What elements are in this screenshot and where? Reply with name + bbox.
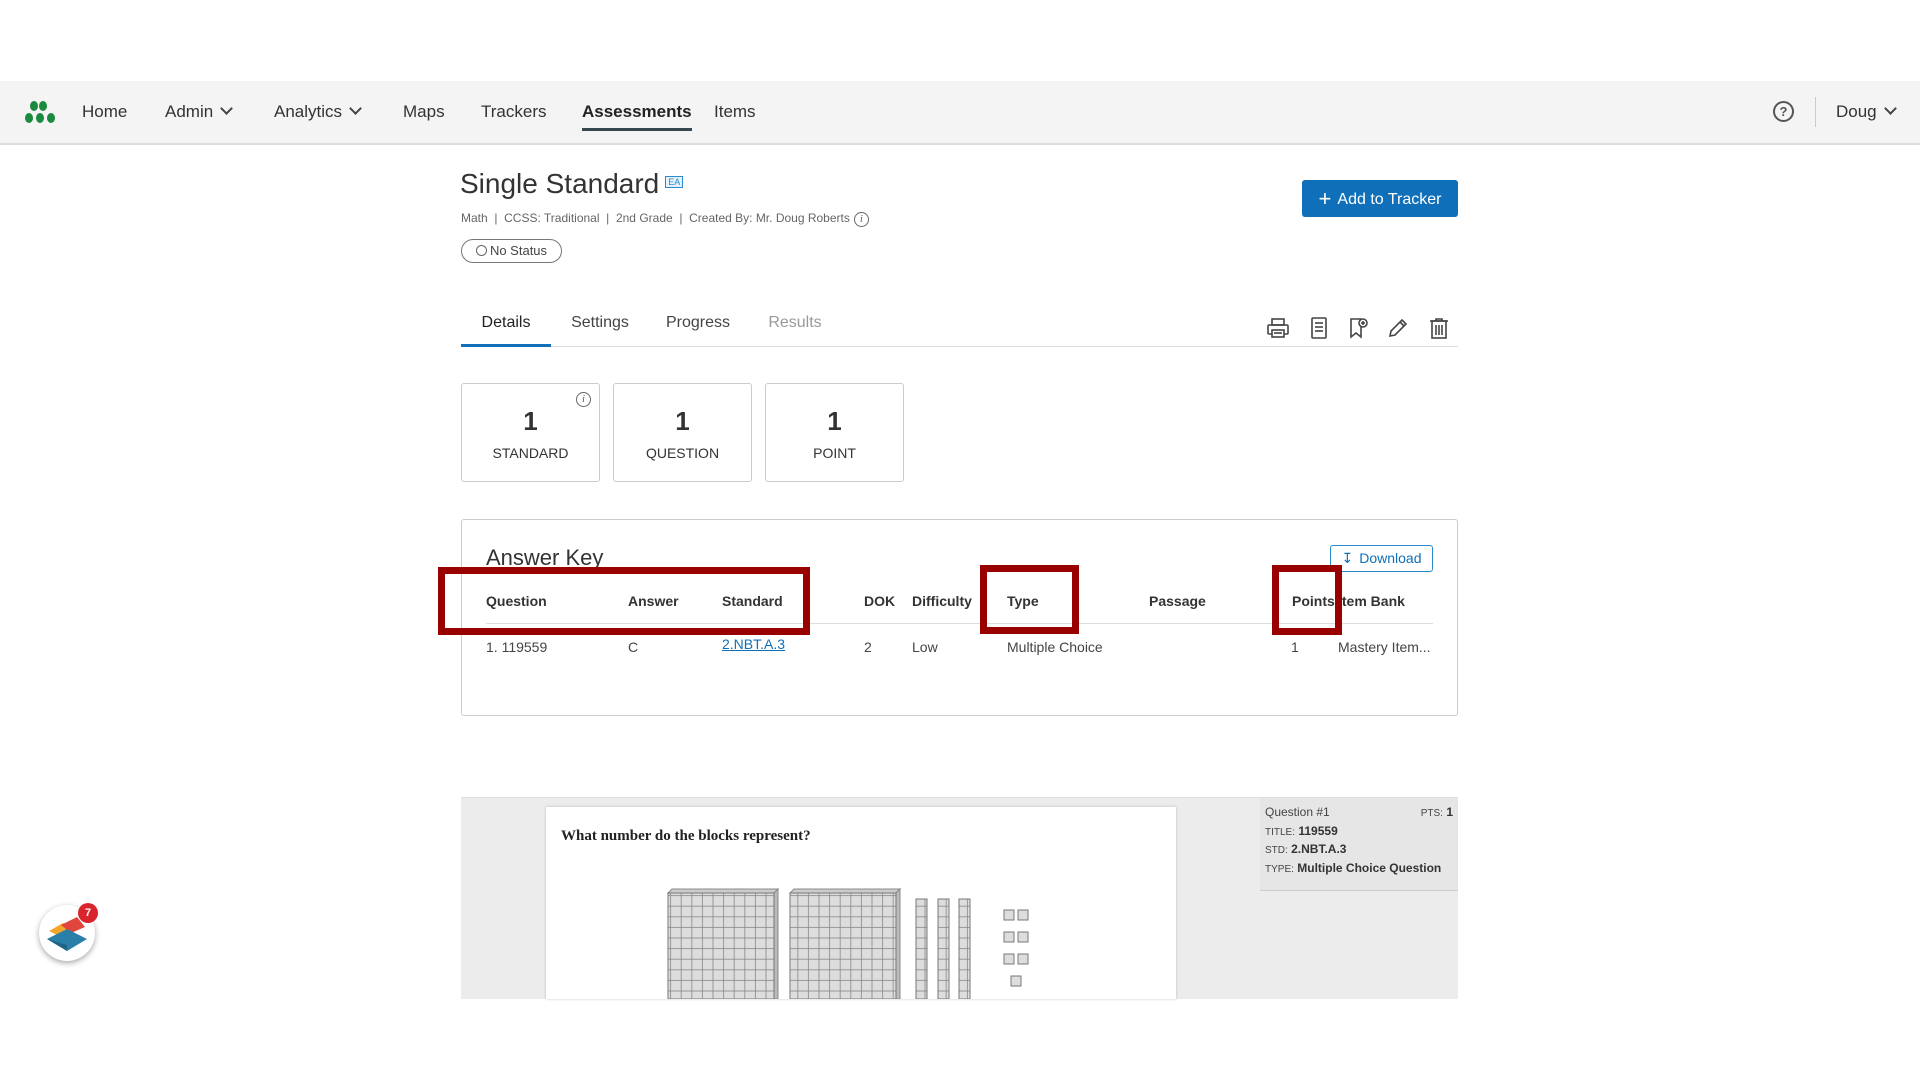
tens-rod <box>915 898 928 999</box>
stat-label: STANDARD <box>492 445 569 461</box>
std-value: 2.NBT.A.3 <box>1291 842 1347 856</box>
type-value: Multiple Choice Question <box>1297 860 1442 875</box>
tens-rod <box>937 898 950 999</box>
unit-cubes <box>1003 909 1029 987</box>
column-header-difficulty[interactable]: Difficulty <box>912 593 972 609</box>
nav-trackers-label: Trackers <box>481 102 547 121</box>
nav-items[interactable]: Items <box>714 81 756 143</box>
highlight-box-question-answer-standard <box>438 567 810 635</box>
notification-badge: 7 <box>78 903 98 923</box>
user-menu[interactable]: Doug <box>1836 81 1897 143</box>
info-icon[interactable]: i <box>853 212 869 227</box>
nav-home[interactable]: Home <box>82 81 127 143</box>
standard-link[interactable]: 2.NBT.A.3 <box>722 636 785 652</box>
nav-maps-label: Maps <box>403 102 445 121</box>
highlight-box-type <box>980 565 1079 634</box>
nav-analytics-label: Analytics <box>274 102 343 121</box>
status-badge[interactable]: No Status <box>461 239 562 263</box>
divider <box>1815 97 1816 127</box>
bookmark-add-icon[interactable] <box>1346 316 1370 340</box>
hundreds-block <box>666 887 780 999</box>
cell-dok: 2 <box>864 639 872 655</box>
stat-label: QUESTION <box>645 445 720 461</box>
cell-answer: C <box>628 639 639 655</box>
assessment-meta: Math | CCSS: Traditional | 2nd Grade | C… <box>461 211 869 227</box>
download-label: Download <box>1359 550 1422 566</box>
document-icon[interactable] <box>1307 316 1331 340</box>
nav-admin[interactable]: Admin <box>165 81 234 143</box>
nav-assessments-label: Assessments <box>582 102 692 121</box>
stat-value: 1 <box>523 406 538 436</box>
tab-settings[interactable]: Settings <box>563 306 637 347</box>
type-label: TYPE: <box>1265 863 1294 875</box>
question-info-panel: Question #1 PTS: 1 TITLE: 119559 STD: 2.N… <box>1260 798 1458 891</box>
edit-icon[interactable] <box>1386 316 1410 340</box>
tab-results[interactable]: Results <box>765 306 825 347</box>
cell-item-bank: Mastery Item... <box>1338 639 1431 655</box>
print-icon[interactable] <box>1266 316 1290 340</box>
nav-analytics[interactable]: Analytics <box>274 81 362 143</box>
ea-badge: EA <box>665 175 684 188</box>
cell-question: 1. 119559 <box>486 639 548 655</box>
title-text: Single Standard <box>460 168 660 199</box>
pts-value: 1 <box>1446 805 1453 819</box>
trash-icon[interactable] <box>1427 316 1451 340</box>
std-label: STD: <box>1265 845 1288 856</box>
no-status-icon <box>475 245 487 256</box>
cell-difficulty: Low <box>912 639 938 655</box>
user-name: Doug <box>1836 102 1877 121</box>
help-icon[interactable]: ? <box>1773 101 1794 122</box>
nav-items-label: Items <box>714 102 756 121</box>
title-label: TITLE: <box>1265 826 1296 838</box>
question-text: What number do the blocks represent? <box>561 828 811 844</box>
stat-card-points: 1 POINT <box>765 383 904 482</box>
status-text: No Status <box>489 243 548 258</box>
stat-value: 1 <box>827 406 842 436</box>
chevron-down-icon <box>220 102 234 115</box>
title-value: 119559 <box>1298 823 1338 838</box>
stat-label: POINT <box>813 445 856 461</box>
cell-points: 1 <box>1291 639 1299 655</box>
nav-admin-label: Admin <box>165 102 214 121</box>
nav-maps[interactable]: Maps <box>403 81 445 143</box>
nav-trackers[interactable]: Trackers <box>481 81 547 143</box>
download-button[interactable]: ↧ Download <box>1330 545 1433 572</box>
pts-label: PTS: <box>1420 808 1443 819</box>
plus-icon: + <box>1318 186 1332 211</box>
tens-rod <box>958 898 971 999</box>
chevron-down-icon <box>349 102 362 115</box>
base-ten-blocks-image <box>666 887 1029 999</box>
question-number: Question #1 <box>1265 805 1330 819</box>
hundreds-block <box>788 887 902 999</box>
stat-card-standards: i 1 STANDARD <box>461 383 600 482</box>
tab-progress[interactable]: Progress <box>663 306 733 347</box>
meta-text: Math | CCSS: Traditional | 2nd Grade | C… <box>461 211 850 225</box>
info-icon[interactable]: i <box>576 392 591 407</box>
page-title: Single Standard EA <box>460 168 684 200</box>
download-icon: ↧ <box>1341 550 1354 566</box>
cell-type: Multiple Choice <box>1007 639 1103 655</box>
nav-assessments[interactable]: Assessments <box>582 81 692 143</box>
top-nav: Home Admin Analytics Maps Trackers Asses… <box>0 81 1920 145</box>
nav-home-label: Home <box>82 102 128 121</box>
column-header-dok[interactable]: DOK <box>864 593 895 609</box>
chevron-down-icon <box>1883 102 1897 115</box>
stat-value: 1 <box>675 406 690 436</box>
stat-card-questions: 1 QUESTION <box>613 383 752 482</box>
add-to-tracker-label: Add to Tracker <box>1337 191 1442 208</box>
highlight-box-points <box>1272 565 1342 635</box>
add-to-tracker-button[interactable]: + Add to Tracker <box>1302 180 1458 217</box>
logo-icon[interactable] <box>24 99 60 125</box>
column-header-item-bank[interactable]: Item Bank <box>1338 593 1405 609</box>
column-header-passage[interactable]: Passage <box>1149 593 1206 609</box>
tab-details[interactable]: Details <box>461 306 551 347</box>
